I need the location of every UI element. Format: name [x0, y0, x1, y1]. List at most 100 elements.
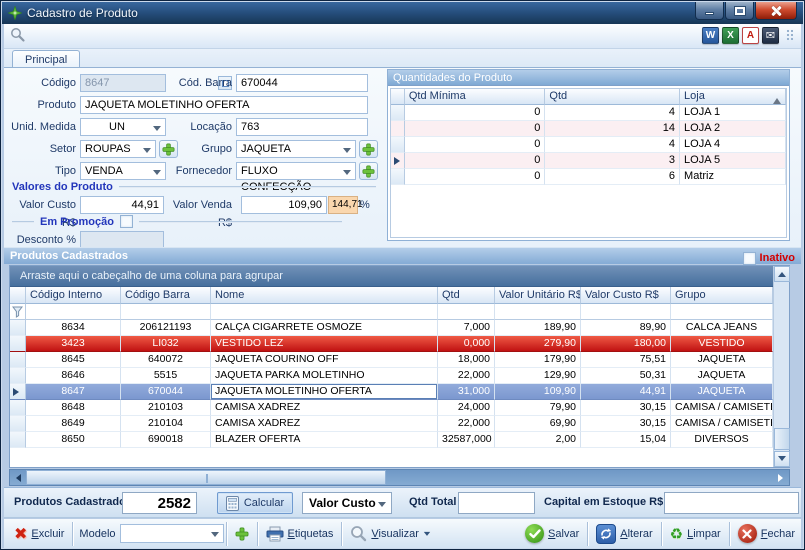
limpar-button[interactable]: ♻ Limpar	[664, 521, 727, 546]
close-button[interactable]	[755, 2, 797, 20]
calculator-icon	[225, 495, 239, 511]
export-excel-button[interactable]: X	[722, 27, 739, 44]
plus-icon	[235, 527, 248, 540]
col-header-loja[interactable]: Loja	[680, 89, 786, 105]
col-header-qtd[interactable]: Qtd	[545, 89, 681, 105]
add-fornecedor-button[interactable]	[359, 162, 378, 180]
vertical-scrollbar[interactable]	[773, 266, 790, 467]
unid-medida-combo[interactable]: UN	[80, 118, 166, 136]
produto-row-selected[interactable]: 8647 670044 JAQUETA MOLETINHO OFERTA 31,…	[10, 384, 773, 400]
quantidades-panel-title: Quantidades do Produto	[388, 70, 789, 86]
visualizar-label: Visualizar	[371, 527, 419, 540]
quantidade-row[interactable]: 0 14 LOJA 2	[391, 121, 786, 137]
setor-combo[interactable]: ROUPAS	[80, 140, 156, 158]
col-header-valor-custo[interactable]: Valor Custo R$	[581, 287, 671, 304]
separator	[341, 521, 343, 546]
tab-strip: Principal	[4, 49, 801, 68]
locacao-field[interactable]: 763	[236, 118, 368, 136]
produto-row-alert[interactable]: 3423 LI032 VESTIDO LEZ 0,000 279,90 180,…	[10, 336, 773, 352]
valor-venda-field[interactable]: 109,90	[241, 196, 327, 214]
grupo-combo[interactable]: JAQUETA	[236, 140, 356, 158]
export-pdf-button[interactable]: A	[742, 27, 759, 44]
vertical-scroll-thumb[interactable]	[774, 428, 790, 450]
horizontal-scroll-thumb[interactable]	[26, 470, 386, 485]
separator	[72, 521, 74, 546]
valor-custo-combo[interactable]: Valor Custo	[302, 492, 392, 514]
codigo-field[interactable]: 8647	[80, 74, 232, 92]
grupo-label: Grupo	[201, 143, 232, 155]
col-header-qtd[interactable]: Qtd	[438, 287, 495, 304]
horizontal-scrollbar[interactable]	[9, 469, 790, 486]
col-header-nome[interactable]: Nome	[211, 287, 438, 304]
col-header-valor-unitario[interactable]: Valor Unitário R$	[495, 287, 581, 304]
minimize-button[interactable]	[695, 2, 724, 20]
produto-row[interactable]: 8650 690018 BLAZER OFERTA 32587,000 2,00…	[10, 432, 773, 448]
group-by-band[interactable]: Arraste aqui o cabeçalho de uma coluna p…	[10, 266, 773, 287]
maximize-icon	[733, 5, 746, 16]
delete-x-icon: ✖	[14, 525, 28, 543]
col-header-qtd-minima[interactable]: Qtd Mínima	[404, 89, 546, 105]
etiquetas-button[interactable]: Etiquetas	[260, 521, 340, 546]
col-header-codigo-interno[interactable]: Código Interno	[26, 287, 121, 304]
produto-label: Produto	[37, 99, 76, 111]
excluir-button[interactable]: ✖ Excluir	[8, 521, 70, 546]
salvar-button[interactable]: Salvar	[519, 521, 585, 546]
produto-row[interactable]: 8649 210104 CAMISA XADREZ 22,000 69,90 3…	[10, 416, 773, 432]
scroll-up-button[interactable]	[774, 266, 790, 282]
fornecedor-combo[interactable]: FLUXO CONFECÇÃO	[236, 162, 356, 193]
produtos-section-title: Produtos Cadastrados	[10, 250, 128, 262]
valor-custo-label: Valor Custo R$	[19, 199, 76, 229]
valor-custo-field[interactable]: 44,91	[80, 196, 164, 214]
quantidade-row[interactable]: 0 6 Matriz	[391, 169, 786, 185]
produto-field[interactable]: JAQUETA MOLETINHO OFERTA	[80, 96, 368, 114]
col-header-grupo[interactable]: Grupo	[671, 287, 773, 304]
produto-row[interactable]: 8634 206121193 CALÇA CIGARRETE OSMOZE 7,…	[10, 320, 773, 336]
modelo-combo[interactable]	[119, 524, 224, 543]
quantidade-row[interactable]: 0 4 LOJA 1	[391, 105, 786, 121]
plus-icon	[362, 143, 375, 155]
title-bar: Cadastro de Produto	[2, 2, 803, 24]
produto-row[interactable]: 8645 640072 JAQUETA COURINO OFF 18,000 1…	[10, 352, 773, 368]
promocao-group-header: Em Promoção	[12, 215, 342, 228]
alterar-label: Alterar	[620, 527, 653, 540]
tipo-combo[interactable]: VENDA	[80, 162, 166, 180]
valor-venda-label: Valor Venda R$	[172, 199, 232, 229]
inativo-checkbox[interactable]	[742, 252, 756, 265]
calcular-button[interactable]: Calcular	[217, 492, 293, 514]
fechar-button[interactable]: Fechar	[732, 521, 801, 546]
quantidade-row[interactable]: 0 4 LOJA 4	[391, 137, 786, 153]
produtos-section-header: Produtos Cadastrados Inativo	[4, 247, 801, 265]
filter-row[interactable]	[10, 304, 773, 320]
produto-row[interactable]: 8648 210103 CAMISA XADREZ 24,000 79,90 3…	[10, 400, 773, 416]
visualizar-button[interactable]: Visualizar	[344, 521, 437, 546]
cod-barra-field[interactable]: 670044	[236, 74, 368, 92]
qtd-total-field[interactable]	[458, 492, 535, 514]
scroll-left-button[interactable]	[10, 470, 26, 485]
valores-group-header: Valores do Produto	[12, 181, 376, 193]
separator	[660, 521, 662, 546]
codigo-label: Código	[41, 77, 76, 89]
toolbar-grip	[786, 29, 793, 42]
printer-icon	[266, 526, 283, 541]
search-icon[interactable]	[10, 27, 26, 43]
tipo-label: Tipo	[55, 165, 76, 177]
focused-cell[interactable]: JAQUETA MOLETINHO OFERTA	[211, 384, 438, 400]
add-grupo-button[interactable]	[359, 140, 378, 158]
maximize-button[interactable]	[725, 2, 754, 20]
quantidade-row-selected[interactable]: 0 3 LOJA 5	[391, 153, 786, 169]
sort-ascending-icon	[772, 94, 781, 104]
promocao-group-title: Em Promoção	[40, 215, 114, 228]
col-header-codigo-barra[interactable]: Código Barra	[121, 287, 211, 304]
em-promocao-checkbox[interactable]	[119, 215, 133, 228]
capital-estoque-field[interactable]	[664, 492, 799, 514]
scroll-down-button[interactable]	[774, 451, 790, 467]
export-word-button[interactable]: W	[702, 27, 719, 44]
alterar-button[interactable]: Alterar	[590, 521, 658, 546]
add-modelo-button[interactable]	[229, 521, 255, 546]
plus-icon	[362, 165, 375, 177]
scroll-right-button[interactable]	[773, 470, 789, 485]
tab-principal[interactable]: Principal	[12, 50, 81, 68]
app-icon	[8, 6, 22, 20]
produto-row[interactable]: 8646 5515 JAQUETA PARKA MOLETINHO 22,000…	[10, 368, 773, 384]
export-email-button[interactable]: ✉	[762, 27, 779, 44]
